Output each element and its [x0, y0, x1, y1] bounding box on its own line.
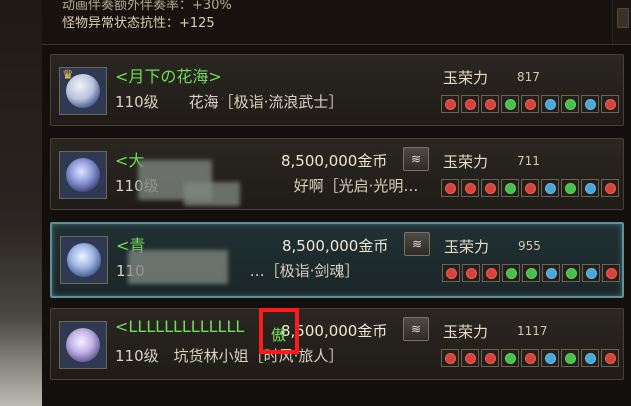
gem-icon[interactable]: [541, 349, 559, 367]
glory-label: 玉荣力: [443, 69, 489, 87]
gem-icon[interactable]: [481, 95, 499, 113]
glory-label: 玉荣力: [443, 153, 489, 171]
seller-info: 110级 花海［极诣·流浪武士］: [115, 93, 344, 111]
gem-icon[interactable]: [561, 95, 579, 113]
list-item[interactable]: ♛ <月下の花海> 110级 花海［极诣·流浪武士］ 玉荣力 817: [50, 54, 624, 126]
gem-icon[interactable]: [501, 179, 519, 197]
gem-icon[interactable]: [481, 179, 499, 197]
gem-slots: [441, 95, 619, 115]
seller-list: ♛ <月下の花海> 110级 花海［极诣·流浪武士］ 玉荣力 817 <大 11…: [42, 50, 631, 406]
buy-button[interactable]: ≋: [403, 317, 429, 341]
avatar: ♛: [59, 67, 107, 115]
coin-stack-icon: ≋: [411, 237, 423, 251]
seller-info: 110级 坑货林小姐［时风·旅人］: [115, 347, 344, 365]
gem-icon[interactable]: [482, 264, 500, 282]
glory-value: 817: [517, 70, 540, 84]
gem-icon[interactable]: [461, 349, 479, 367]
stat-line-2: 怪物异常状态抗性：+125: [62, 16, 215, 31]
gem-icon[interactable]: [601, 349, 619, 367]
list-item[interactable]: <大 110级 好啊［光启·光明… 8,500,000金币 ≋ 玉荣力 711: [50, 138, 624, 210]
gem-icon[interactable]: [521, 179, 539, 197]
character-portrait: [66, 158, 100, 192]
gem-icon[interactable]: [461, 179, 479, 197]
gem-icon[interactable]: [582, 264, 600, 282]
coin-stack-icon: ≋: [410, 152, 422, 166]
gem-icon[interactable]: [461, 95, 479, 113]
gem-icon[interactable]: [541, 179, 559, 197]
gem-icon[interactable]: [501, 349, 519, 367]
avatar: [60, 236, 108, 284]
seller-name[interactable]: <LLLLLLLLLLLLL: [115, 317, 244, 336]
character-portrait: [67, 243, 101, 277]
price-label: 8,500,000金币: [282, 237, 389, 255]
gem-icon[interactable]: [542, 264, 560, 282]
gem-slots: [441, 179, 619, 199]
gem-icon[interactable]: [541, 95, 559, 113]
buy-button[interactable]: ≋: [403, 147, 429, 171]
buy-button[interactable]: ≋: [404, 232, 430, 256]
header-scrollbar[interactable]: [612, 0, 631, 44]
gem-icon[interactable]: [581, 179, 599, 197]
glory-value: 1117: [517, 324, 548, 338]
gem-icon[interactable]: [581, 349, 599, 367]
redaction-blur: [128, 250, 228, 284]
avatar: [59, 151, 107, 199]
gem-icon[interactable]: [441, 349, 459, 367]
gem-icon[interactable]: [441, 95, 459, 113]
gem-icon[interactable]: [561, 349, 579, 367]
left-background: [0, 0, 42, 406]
gem-icon[interactable]: [521, 95, 539, 113]
character-portrait: [66, 328, 100, 362]
gem-icon[interactable]: [462, 264, 480, 282]
scroll-thumb[interactable]: [617, 8, 629, 28]
gem-icon[interactable]: [442, 264, 460, 282]
gem-icon[interactable]: [601, 179, 619, 197]
seller-name[interactable]: <月下の花海>: [115, 63, 222, 87]
gem-icon[interactable]: [441, 179, 459, 197]
gem-icon[interactable]: [562, 264, 580, 282]
gem-slots: [441, 349, 619, 369]
stats-header: 动画伴奏额外伴奏率：+30% 怪物异常状态抗性：+125: [42, 0, 631, 45]
glory-label: 玉荣力: [443, 323, 489, 341]
gem-slots: [442, 264, 620, 284]
avatar: [59, 321, 107, 369]
annotation-highlight: [259, 308, 299, 354]
coin-stack-icon: ≋: [410, 322, 422, 336]
redaction-blur: [184, 182, 240, 206]
gem-icon[interactable]: [601, 95, 619, 113]
glory-value: 955: [518, 239, 541, 253]
gem-icon[interactable]: [501, 95, 519, 113]
gem-icon[interactable]: [522, 264, 540, 282]
glory-value: 711: [517, 154, 540, 168]
gem-icon[interactable]: [502, 264, 520, 282]
price-label: 8,500,000金币: [281, 152, 388, 170]
crown-icon: ♛: [62, 68, 74, 83]
glory-label: 玉荣力: [444, 238, 490, 256]
gem-icon[interactable]: [602, 264, 620, 282]
gem-icon[interactable]: [561, 179, 579, 197]
list-item[interactable]: <LLLLLLLLLLLLL 110级 坑货林小姐［时风·旅人］ 8,500,0…: [50, 308, 624, 380]
gem-icon[interactable]: [581, 95, 599, 113]
gem-icon[interactable]: [481, 349, 499, 367]
gem-icon[interactable]: [521, 349, 539, 367]
